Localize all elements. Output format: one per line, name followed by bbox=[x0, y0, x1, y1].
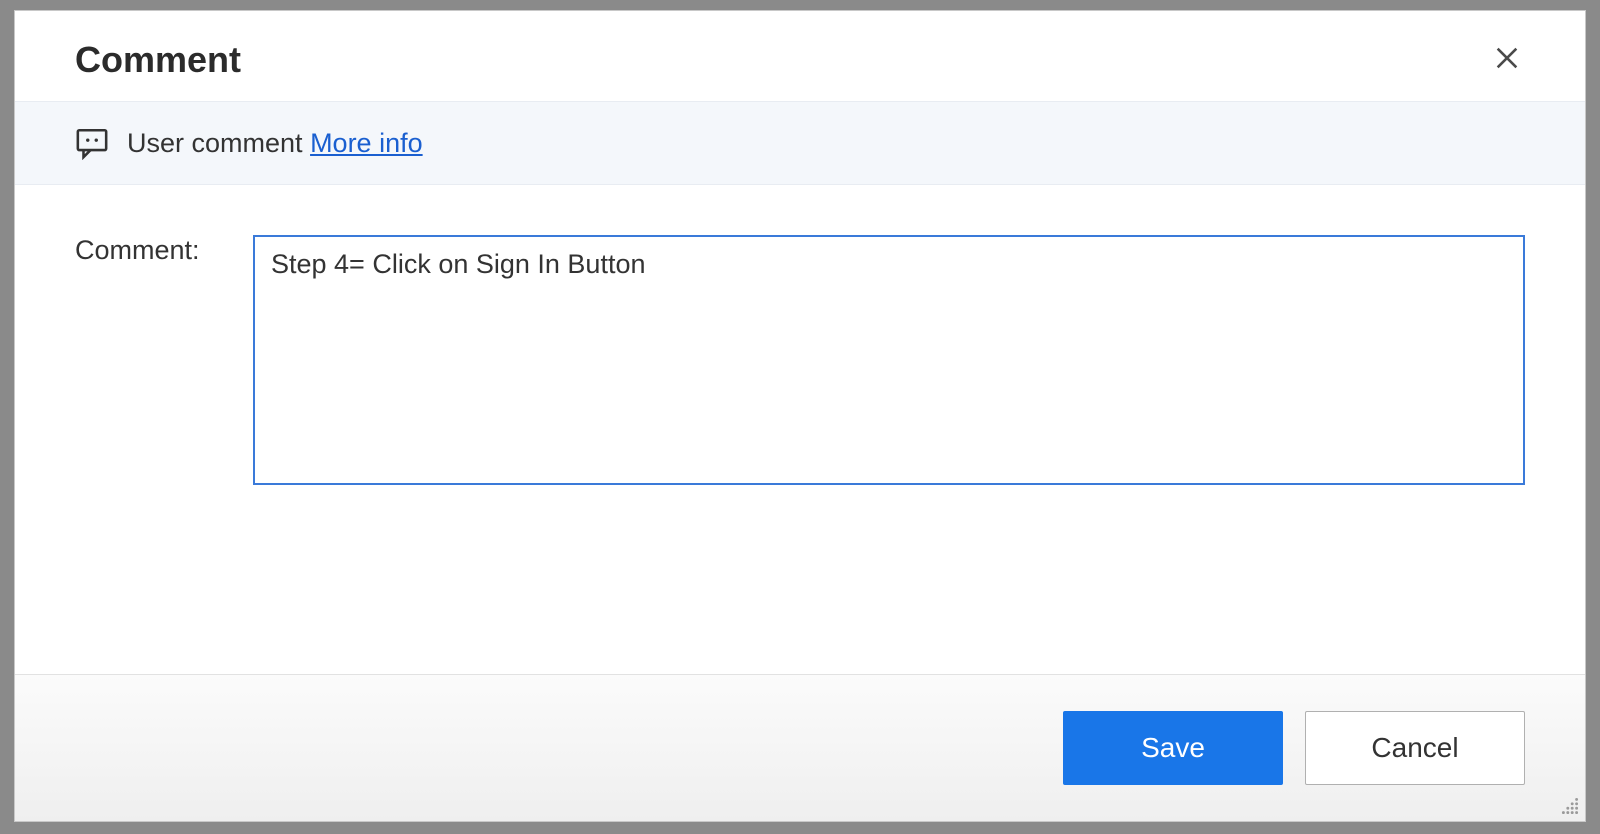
comment-dialog: Comment User comment More info Comment: … bbox=[14, 10, 1586, 822]
dialog-body: Comment: bbox=[15, 185, 1585, 674]
more-info-link[interactable]: More info bbox=[310, 128, 423, 158]
close-icon bbox=[1493, 43, 1521, 79]
cancel-button[interactable]: Cancel bbox=[1305, 711, 1525, 785]
info-bar: User comment More info bbox=[15, 101, 1585, 185]
dialog-footer: Save Cancel bbox=[15, 674, 1585, 821]
dialog-header: Comment bbox=[15, 11, 1585, 101]
comment-label: Comment: bbox=[75, 235, 225, 266]
close-button[interactable] bbox=[1489, 40, 1525, 81]
dialog-title: Comment bbox=[75, 39, 241, 81]
info-text: User comment More info bbox=[127, 128, 423, 159]
save-button[interactable]: Save bbox=[1063, 711, 1283, 785]
user-comment-label: User comment bbox=[127, 128, 303, 158]
resize-grip[interactable] bbox=[1559, 795, 1581, 817]
comment-icon bbox=[75, 126, 109, 160]
comment-textarea[interactable] bbox=[253, 235, 1525, 485]
